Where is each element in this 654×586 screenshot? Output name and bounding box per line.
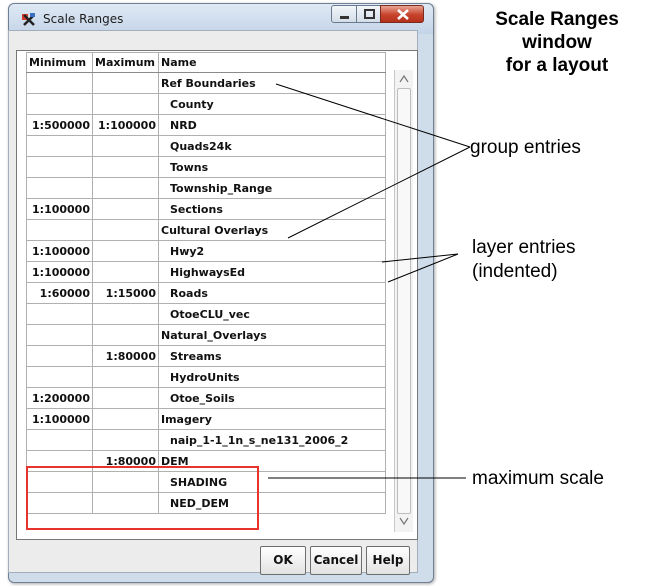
leader-highwaysed [387,253,459,283]
leader-hwy2 [381,253,459,263]
callout-leader-lines [268,83,471,479]
leader-ref-boundaries [275,83,471,148]
leader-cultural-overlays [287,146,471,239]
